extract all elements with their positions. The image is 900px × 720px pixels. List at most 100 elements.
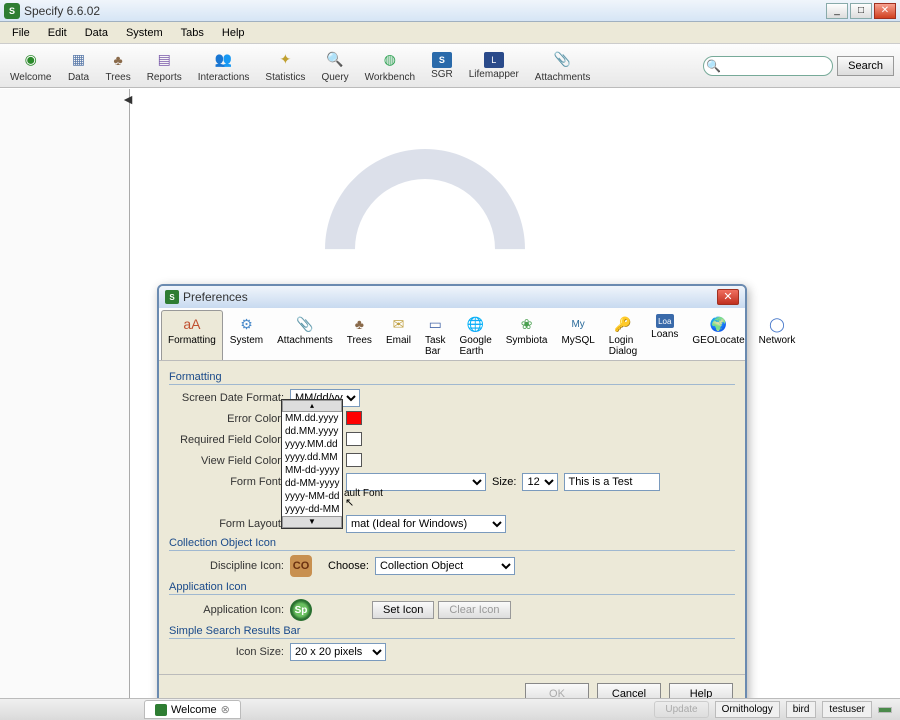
tool-workbench-label: Workbench bbox=[365, 72, 415, 83]
tab-mysql-label: MySQL bbox=[561, 335, 594, 346]
formatting-panel: Formatting Screen Date Format: MM/dd/yyy… bbox=[159, 361, 745, 674]
tool-welcome[interactable]: ◉Welcome bbox=[6, 47, 56, 85]
tab-loans[interactable]: LoaLoans bbox=[644, 310, 685, 360]
statusbar-tab-close-icon[interactable]: ⊗ bbox=[221, 703, 230, 716]
tab-logindialog[interactable]: 🔑Login Dialog bbox=[602, 310, 644, 360]
dialog-tabs: aAFormatting ⚙System 📎Attachments ♣Trees… bbox=[159, 308, 745, 361]
tab-symbiota-label: Symbiota bbox=[506, 335, 548, 346]
tool-welcome-label: Welcome bbox=[10, 72, 52, 83]
tool-trees[interactable]: ♣Trees bbox=[102, 47, 135, 85]
tool-data-label: Data bbox=[68, 72, 89, 83]
tab-geolocate[interactable]: 🌍GEOLocate bbox=[685, 310, 751, 360]
statusbar-collection: bird bbox=[786, 701, 817, 718]
date-option[interactable]: yyyy.dd.MM bbox=[282, 451, 342, 464]
tab-loans-label: Loans bbox=[651, 329, 678, 340]
font-size-select[interactable]: 12 bbox=[522, 473, 558, 491]
search-button[interactable]: Search bbox=[837, 56, 894, 76]
view-field-color-swatch[interactable] bbox=[346, 453, 362, 467]
required-field-color-label: Required Field Color: bbox=[169, 434, 284, 446]
tab-symbiota[interactable]: ❀Symbiota bbox=[499, 310, 555, 360]
statusbar-discipline: Ornithology bbox=[715, 701, 780, 718]
statusbar-welcome-tab[interactable]: Welcome ⊗ bbox=[144, 700, 241, 719]
application-icon: Sp bbox=[290, 599, 312, 621]
tab-system[interactable]: ⚙System bbox=[223, 310, 270, 360]
update-button[interactable]: Update bbox=[654, 701, 708, 718]
maximize-button[interactable]: □ bbox=[850, 3, 872, 19]
menu-data[interactable]: Data bbox=[77, 25, 116, 41]
menu-edit[interactable]: Edit bbox=[40, 25, 75, 41]
tool-statistics[interactable]: ✦Statistics bbox=[261, 47, 309, 85]
status-bar: Welcome⊗ Update Ornithology bird testuse… bbox=[0, 698, 900, 720]
tab-network[interactable]: ◯Network bbox=[752, 310, 803, 360]
statusbar-welcome-label: Welcome bbox=[171, 704, 217, 716]
tab-taskbar-label: Task Bar bbox=[425, 335, 446, 357]
view-field-color-label: View Field Color: bbox=[169, 455, 284, 467]
tool-attachments[interactable]: 📎Attachments bbox=[531, 47, 595, 85]
main-toolbar: ◉Welcome ▦Data ♣Trees ▤Reports 👥Interact… bbox=[0, 44, 900, 88]
tool-attachments-label: Attachments bbox=[535, 72, 591, 83]
tab-formatting-label: Formatting bbox=[168, 335, 216, 346]
menu-tabs[interactable]: Tabs bbox=[173, 25, 212, 41]
left-dock: ◄ bbox=[0, 89, 130, 708]
dropdown-scroll-up[interactable]: ▴ bbox=[282, 400, 342, 412]
tool-reports[interactable]: ▤Reports bbox=[143, 47, 186, 85]
tab-taskbar[interactable]: ▭Task Bar bbox=[418, 310, 453, 360]
error-color-label: Error Color: bbox=[169, 413, 284, 425]
set-icon-button[interactable]: Set Icon bbox=[372, 601, 434, 619]
dialog-titlebar[interactable]: S Preferences ✕ bbox=[159, 286, 745, 308]
minimize-button[interactable]: _ bbox=[826, 3, 848, 19]
tab-mysql[interactable]: MyMySQL bbox=[554, 310, 601, 360]
section-formatting: Formatting bbox=[169, 371, 735, 385]
dialog-app-icon: S bbox=[165, 290, 179, 304]
dialog-title: Preferences bbox=[183, 290, 717, 304]
tab-trees[interactable]: ♣Trees bbox=[340, 310, 379, 360]
date-option[interactable]: yyyy.MM.dd bbox=[282, 438, 342, 451]
choose-select[interactable]: Collection Object bbox=[375, 557, 515, 575]
date-option[interactable]: yyyy-MM-dd bbox=[282, 490, 342, 503]
tab-email-label: Email bbox=[386, 335, 411, 346]
menu-file[interactable]: File bbox=[4, 25, 38, 41]
section-collection-object-icon: Collection Object Icon bbox=[169, 537, 735, 551]
error-color-swatch[interactable] bbox=[346, 411, 362, 425]
dialog-close-button[interactable]: ✕ bbox=[717, 289, 739, 305]
date-option[interactable]: dd.MM.yyyy bbox=[282, 425, 342, 438]
search-input[interactable] bbox=[703, 56, 833, 76]
tool-interactions[interactable]: 👥Interactions bbox=[194, 47, 254, 85]
menu-help[interactable]: Help bbox=[214, 25, 253, 41]
preferences-dialog: S Preferences ✕ aAFormatting ⚙System 📎At… bbox=[157, 284, 747, 715]
date-format-dropdown[interactable]: ▴ MM.dd.yyyy dd.MM.yyyy yyyy.MM.dd yyyy.… bbox=[281, 399, 343, 529]
icon-size-select[interactable]: 20 x 20 pixels bbox=[290, 643, 386, 661]
form-layout-label: Form Layout: bbox=[169, 518, 284, 530]
tool-workbench[interactable]: ◍Workbench bbox=[361, 47, 419, 85]
date-option[interactable]: dd-MM-yyyy bbox=[282, 477, 342, 490]
form-layout-select[interactable]: mat (Ideal for Windows) bbox=[346, 515, 506, 533]
date-option[interactable]: MM.dd.yyyy bbox=[282, 412, 342, 425]
tab-attachments[interactable]: 📎Attachments bbox=[270, 310, 340, 360]
tool-data[interactable]: ▦Data bbox=[64, 47, 94, 85]
font-sample-input[interactable] bbox=[564, 473, 660, 491]
tab-formatting[interactable]: aAFormatting bbox=[161, 310, 223, 360]
tab-googleearth-label: Google Earth bbox=[460, 335, 492, 357]
date-option[interactable]: MM-dd-yyyy bbox=[282, 464, 342, 477]
application-icon-label: Application Icon: bbox=[169, 604, 284, 616]
tool-query[interactable]: 🔍Query bbox=[317, 47, 352, 85]
tab-logindialog-label: Login Dialog bbox=[609, 335, 637, 357]
section-simple-search: Simple Search Results Bar bbox=[169, 625, 735, 639]
close-button[interactable]: ✕ bbox=[874, 3, 896, 19]
menu-bar: File Edit Data System Tabs Help bbox=[0, 22, 900, 44]
tab-email[interactable]: ✉Email bbox=[379, 310, 418, 360]
dock-collapse-icon[interactable]: ◄ bbox=[121, 91, 135, 107]
clear-icon-button: Clear Icon bbox=[438, 601, 510, 619]
tool-sgr[interactable]: SSGR bbox=[427, 50, 457, 82]
date-option[interactable]: yyyy-dd-MM bbox=[282, 503, 342, 516]
tool-interactions-label: Interactions bbox=[198, 72, 250, 83]
tool-lifemapper[interactable]: LLifemapper bbox=[465, 50, 523, 82]
statusbar-status-icon bbox=[878, 707, 892, 713]
tab-system-label: System bbox=[230, 335, 263, 346]
dropdown-scroll-down[interactable]: ▼ bbox=[282, 516, 342, 528]
window-titlebar: S Specify 6.6.02 _ □ ✕ bbox=[0, 0, 900, 22]
tab-googleearth[interactable]: 🌐Google Earth bbox=[453, 310, 499, 360]
required-field-color-swatch[interactable] bbox=[346, 432, 362, 446]
menu-system[interactable]: System bbox=[118, 25, 171, 41]
discipline-icon-label: Discipline Icon: bbox=[169, 560, 284, 572]
